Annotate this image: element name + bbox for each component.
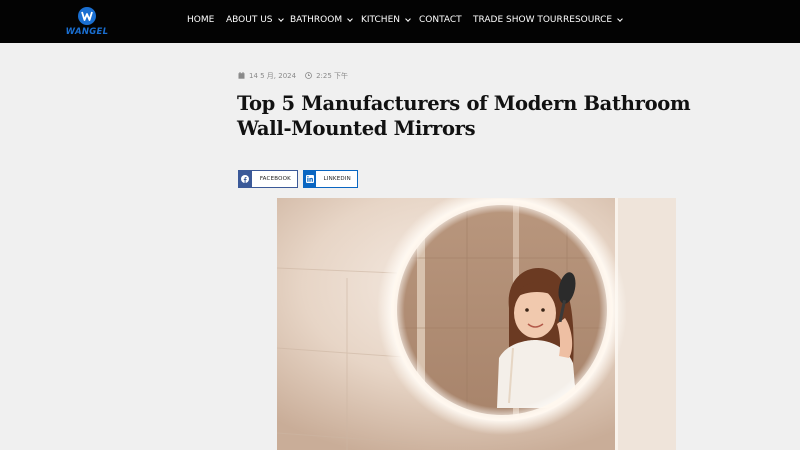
chevron-down-icon xyxy=(617,15,623,22)
post-date[interactable]: 14 5 月, 2024 xyxy=(249,71,296,81)
chevron-down-icon xyxy=(405,15,411,22)
nav-label: HOME xyxy=(187,15,215,25)
share-facebook-button[interactable]: FACEBOOK xyxy=(238,170,298,188)
calendar-icon xyxy=(238,71,245,81)
nav-label: RESOURCE xyxy=(563,15,613,25)
nav-bathroom[interactable]: BATHROOM xyxy=(290,15,353,25)
share-linkedin-button[interactable]: LINKEDIN xyxy=(303,170,358,188)
post-meta: 14 5 月, 2024 2:25 下午 xyxy=(238,71,348,81)
nav-label: CONTACT xyxy=(419,15,462,25)
share-linkedin-label: LINKEDIN xyxy=(323,176,351,182)
nav-kitchen[interactable]: KITCHEN xyxy=(361,15,411,25)
share-facebook-label: FACEBOOK xyxy=(259,176,291,182)
linkedin-icon xyxy=(304,171,316,187)
nav-label: KITCHEN xyxy=(361,15,400,25)
nav-about-us[interactable]: ABOUT US xyxy=(226,15,284,25)
nav-resource[interactable]: RESOURCE xyxy=(563,15,623,25)
site-logo[interactable]: WANGEL xyxy=(63,6,111,38)
site-header: WANGEL HOME ABOUT US BATHROOM KITCHEN CO… xyxy=(0,0,800,43)
mirror-photo xyxy=(277,198,676,450)
nav-contact[interactable]: CONTACT xyxy=(419,15,462,25)
nav-label: BATHROOM xyxy=(290,15,343,25)
wangel-logo-icon xyxy=(78,7,96,25)
nav-label: TRADE SHOW TOUR xyxy=(473,15,563,25)
post-time: 2:25 下午 xyxy=(316,72,349,80)
post-title: Top 5 Manufacturers of Modern Bathroom W… xyxy=(237,92,691,140)
nav-home[interactable]: HOME xyxy=(187,15,214,25)
chevron-down-icon xyxy=(277,15,284,22)
nav-trade-show-tour[interactable]: TRADE SHOW TOUR xyxy=(473,15,563,25)
featured-image xyxy=(277,198,676,450)
logo-wordmark: WANGEL xyxy=(65,27,109,37)
nav-label: ABOUT US xyxy=(226,15,273,25)
clock-icon xyxy=(305,71,312,81)
facebook-icon xyxy=(239,171,252,187)
chevron-down-icon xyxy=(347,15,353,22)
